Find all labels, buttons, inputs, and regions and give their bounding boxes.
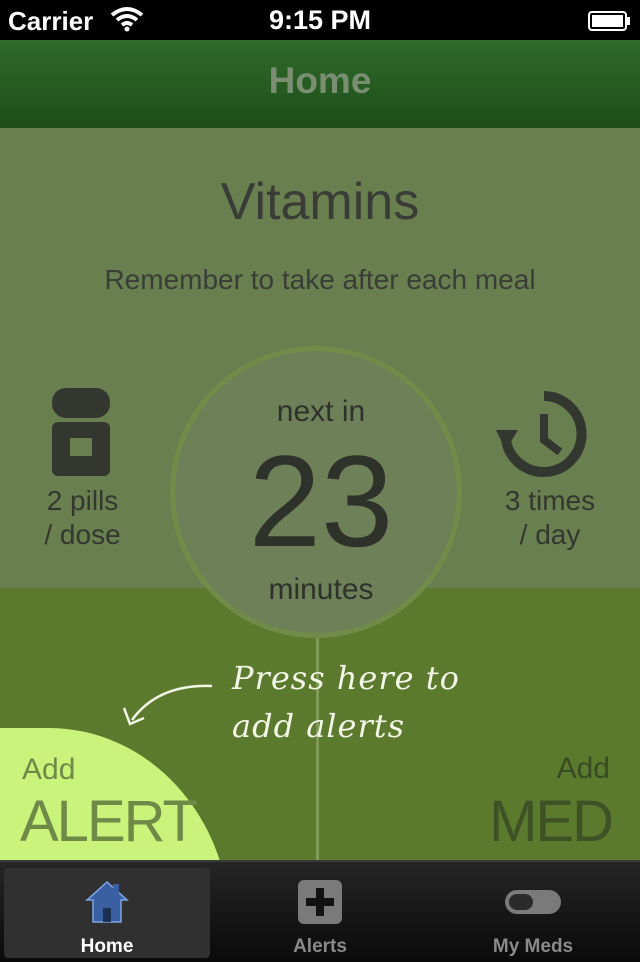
tab-home-label: Home (80, 936, 134, 957)
home-icon (4, 878, 210, 931)
pill-capsule-icon (430, 878, 636, 931)
frequency-count: 3 times (504, 485, 596, 516)
dose-unit: / dose (44, 519, 121, 550)
medication-note: Remember to take after each meal (104, 264, 536, 295)
add-alert-hint: Press here to add alerts (232, 654, 460, 750)
tab-bar: Home Alerts My Meds (0, 860, 640, 962)
countdown-value: 23 (248, 428, 394, 574)
next-in-label: next in (276, 395, 366, 428)
battery-icon (588, 10, 632, 37)
add-alert-big-label[interactable]: ALERT (20, 788, 198, 855)
dose-info: 2 pills / dose (10, 484, 155, 552)
minutes-label: minutes (268, 573, 374, 606)
tab-my-meds-label: My Meds (492, 936, 574, 957)
clock-icon (494, 386, 594, 487)
countdown-circle: next in 23 minutes (170, 346, 462, 638)
frequency-info: 3 times / day (480, 484, 620, 552)
pill-bottle-icon (50, 386, 112, 483)
frequency-unit: / day (519, 519, 581, 550)
tab-alerts[interactable]: Alerts (217, 868, 423, 958)
add-alert-small-label[interactable]: Add (22, 753, 75, 787)
medication-name: Vitamins (220, 173, 420, 231)
page-title: Home (268, 60, 372, 101)
status-time: 9:15 PM (268, 5, 372, 35)
hint-line-1: Press here to (232, 659, 460, 697)
dose-count: 2 pills (46, 485, 119, 516)
home-content: Vitamins Remember to take after each mea… (0, 128, 640, 860)
hint-line-2: add alerts (232, 707, 406, 745)
hint-arrow-icon (118, 680, 218, 735)
status-bar: Carrier 9:15 PM (0, 0, 640, 40)
add-med-big-label[interactable]: MED (489, 788, 614, 855)
navigation-bar: Home (0, 40, 640, 130)
tab-home[interactable]: Home (4, 868, 210, 958)
tab-my-meds[interactable]: My Meds (430, 868, 636, 958)
tab-alerts-label: Alerts (293, 936, 347, 957)
plus-icon (217, 878, 423, 931)
add-med-small-label[interactable]: Add (557, 752, 610, 786)
